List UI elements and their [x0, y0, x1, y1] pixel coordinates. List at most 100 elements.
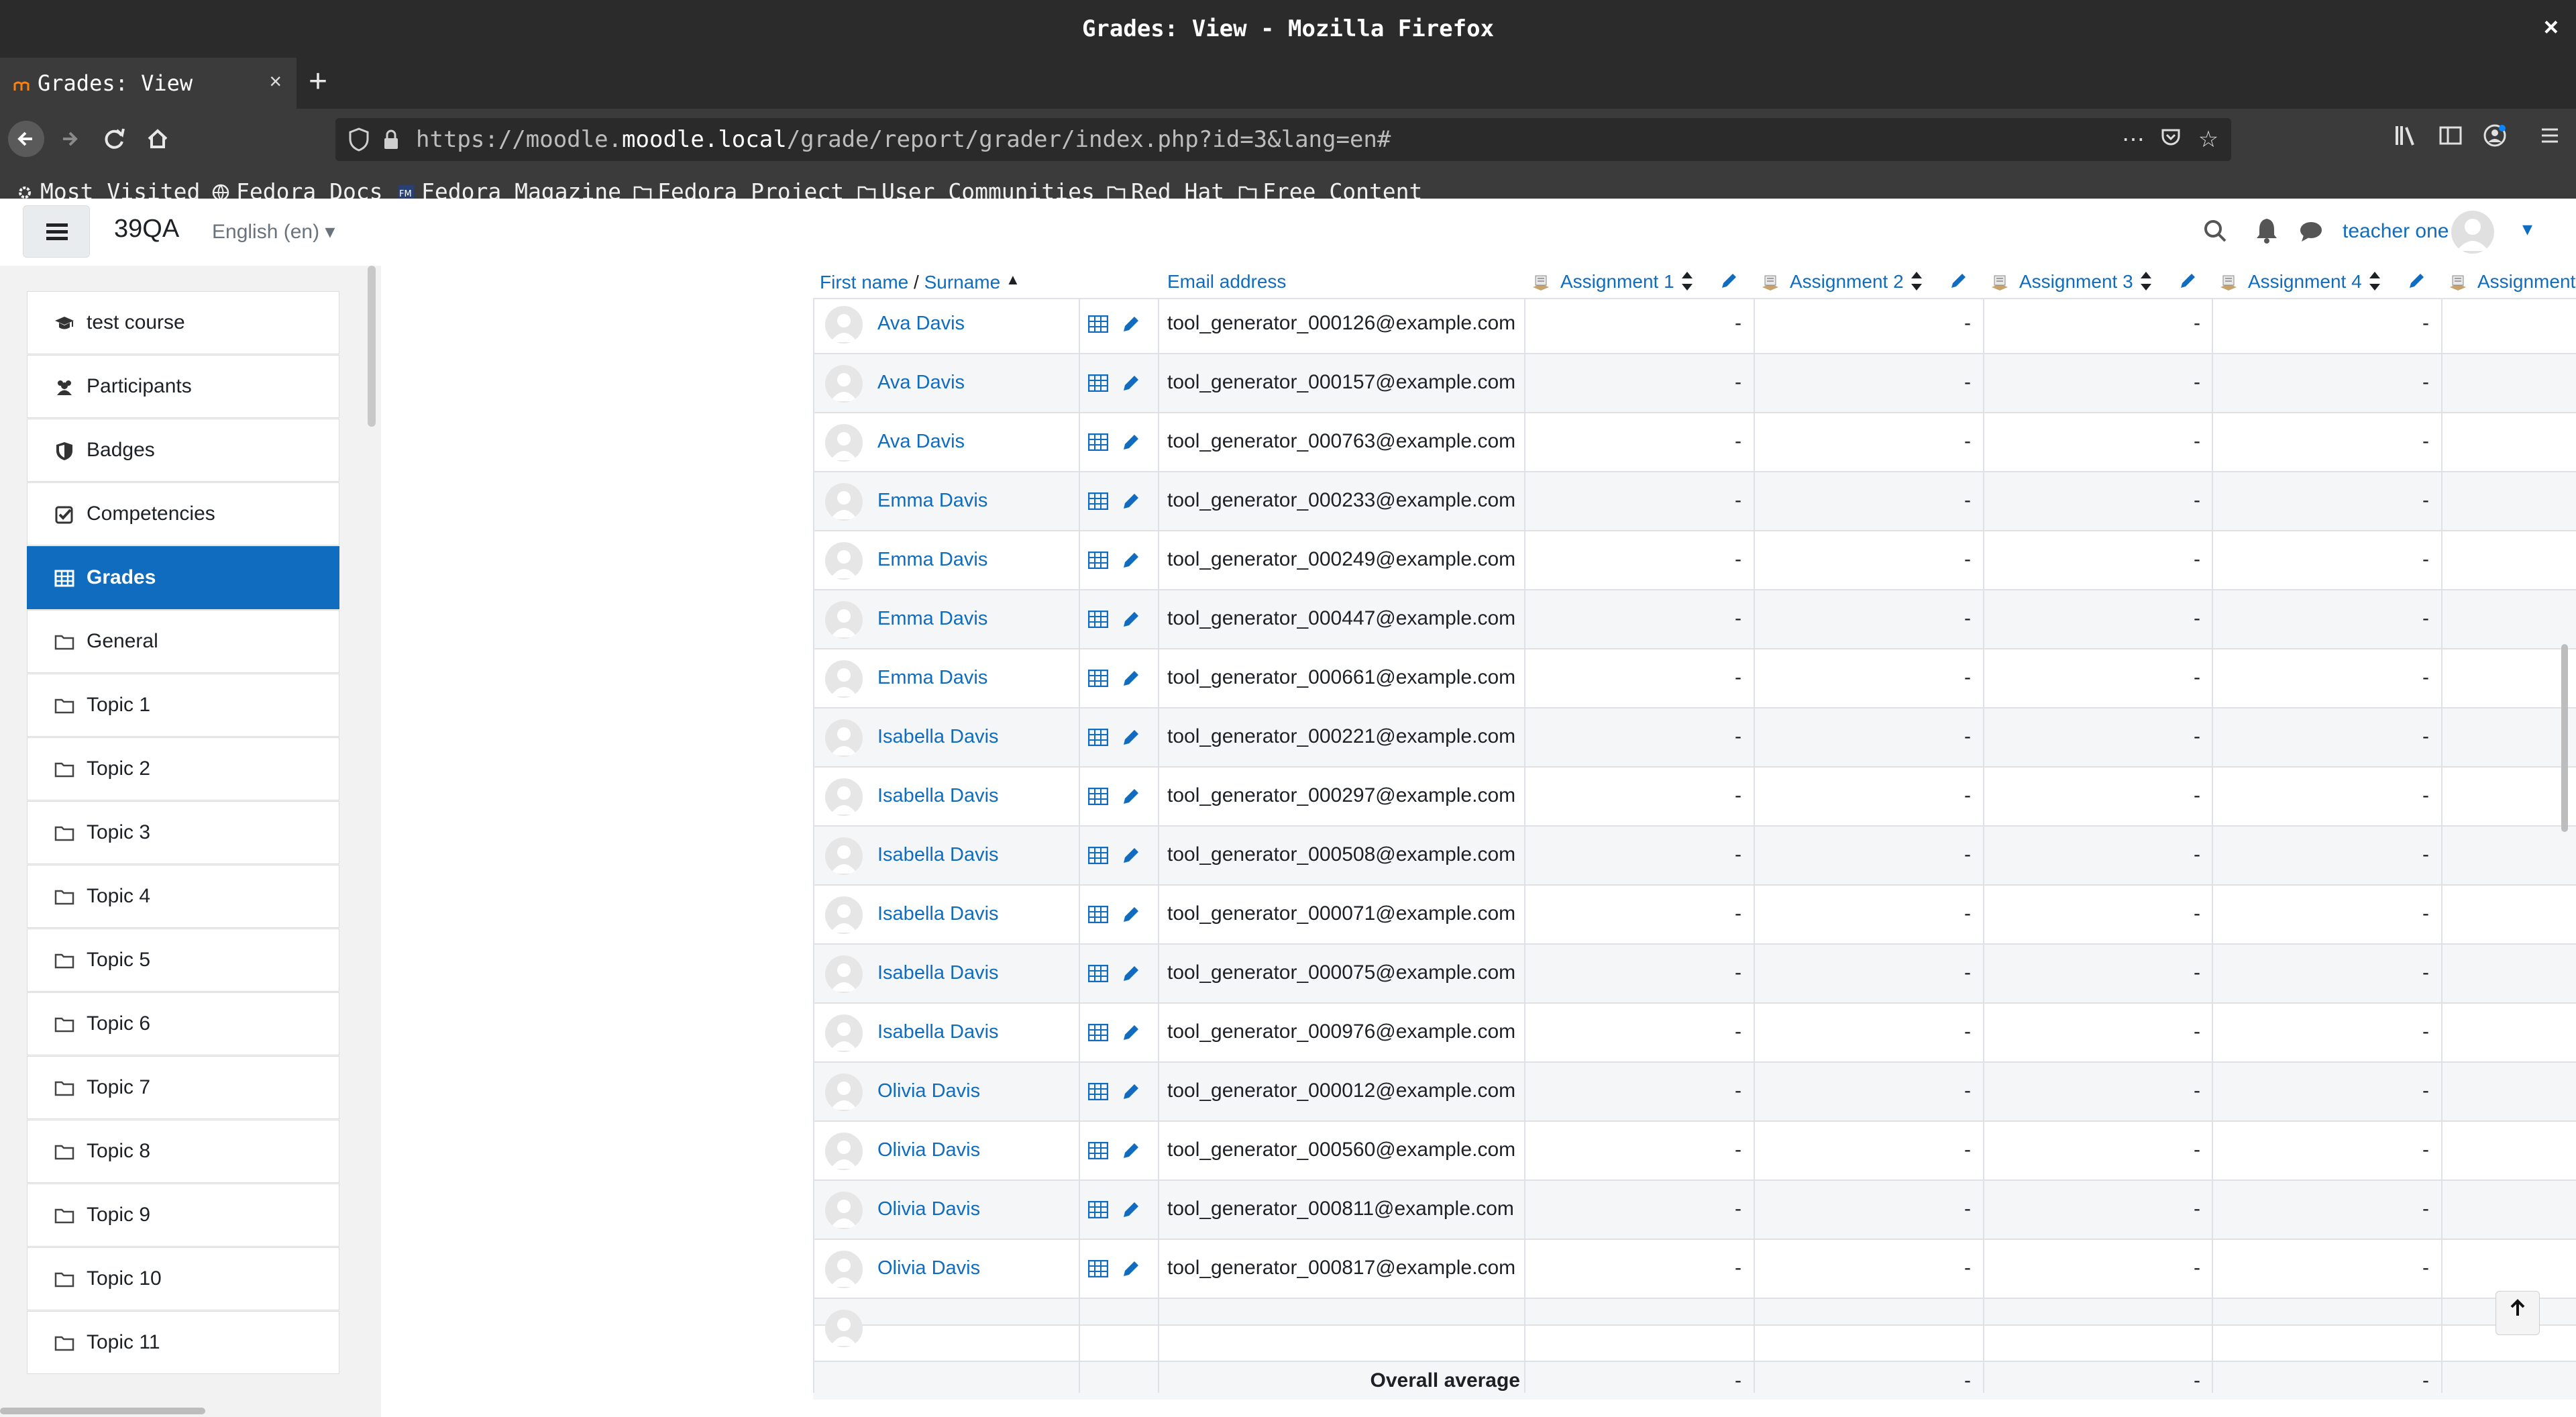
user-picture[interactable]	[825, 1073, 863, 1111]
user-picture[interactable]	[825, 896, 863, 934]
user-name-link[interactable]: Olivia Davis	[877, 1181, 980, 1237]
grade-cell[interactable]: -	[2409, 708, 2429, 765]
sort-asc-icon[interactable]: ▲	[1006, 271, 1020, 288]
user-name-link[interactable]: Isabella Davis	[877, 827, 999, 883]
drawer-item-topic-4[interactable]: Topic 4	[27, 865, 339, 928]
grade-cell[interactable]: -	[2180, 649, 2200, 706]
assignment-link[interactable]: Assignment 1	[1560, 271, 1674, 293]
pocket-icon[interactable]	[2157, 126, 2184, 153]
grade-cell[interactable]: -	[1721, 590, 1741, 647]
user-picture[interactable]	[825, 483, 863, 521]
grade-cell[interactable]: -	[2409, 649, 2429, 706]
user-picture[interactable]	[825, 719, 863, 757]
user-report-table-icon[interactable]	[1088, 1201, 1108, 1218]
grade-cell[interactable]: -	[2409, 472, 2429, 529]
user-picture[interactable]	[825, 365, 863, 403]
grade-cell[interactable]: -	[2180, 1004, 2200, 1060]
grade-cell[interactable]: -	[1951, 1240, 1971, 1296]
edit-pencil-icon[interactable]	[1948, 271, 1968, 291]
grade-cell[interactable]: -	[1721, 649, 1741, 706]
back-to-top-button[interactable]	[2496, 1291, 2540, 1335]
grade-cell[interactable]: -	[2180, 768, 2200, 824]
grade-cell[interactable]: -	[1721, 1004, 1741, 1060]
user-name-link[interactable]: Olivia Davis	[877, 1063, 980, 1119]
drawer-item-topic-5[interactable]: Topic 5	[27, 929, 339, 992]
user-report-table-icon[interactable]	[1088, 1083, 1108, 1100]
drawer-item-topic-3[interactable]: Topic 3	[27, 801, 339, 864]
user-report-table-icon[interactable]	[1088, 1260, 1108, 1277]
grade-cell[interactable]: -	[1721, 472, 1741, 529]
drawer-item-topic-9[interactable]: Topic 9	[27, 1184, 339, 1247]
assignment-link[interactable]: Assignment 3	[2019, 271, 2133, 293]
user-picture[interactable]	[825, 778, 863, 816]
grade-cell[interactable]: -	[2180, 354, 2200, 411]
drawer-toggle-button[interactable]	[23, 205, 90, 258]
grade-cell[interactable]: -	[2180, 886, 2200, 942]
edit-pencil-icon[interactable]	[1120, 1200, 1140, 1220]
grade-cell[interactable]: -	[2180, 472, 2200, 529]
drawer-item-topic-2[interactable]: Topic 2	[27, 737, 339, 800]
grade-cell[interactable]: -	[2409, 886, 2429, 942]
user-name-link[interactable]: Ava Davis	[877, 354, 965, 411]
grade-cell[interactable]: -	[2409, 295, 2429, 352]
drawer-item-grades[interactable]: Grades	[27, 546, 339, 609]
assignment-link[interactable]: Assignment 2	[1790, 271, 1904, 293]
user-report-table-icon[interactable]	[1088, 611, 1108, 628]
user-name-link[interactable]: Isabella Davis	[877, 1004, 999, 1060]
sort-email-link[interactable]: Email address	[1167, 271, 1286, 293]
grade-cell[interactable]: -	[1951, 413, 1971, 470]
bookmark-star-icon[interactable]: ☆	[2195, 126, 2222, 153]
user-report-table-icon[interactable]	[1088, 552, 1108, 569]
user-picture[interactable]	[825, 660, 863, 698]
grade-cell[interactable]: -	[2409, 945, 2429, 1001]
grade-cell[interactable]: -	[1721, 295, 1741, 352]
edit-pencil-icon[interactable]	[1120, 491, 1140, 511]
user-report-table-icon[interactable]	[1088, 315, 1108, 333]
grade-cell[interactable]: -	[1721, 708, 1741, 765]
user-name-link[interactable]: Olivia Davis	[877, 1122, 980, 1178]
grade-cell[interactable]: -	[1721, 1122, 1741, 1178]
user-picture[interactable]	[825, 955, 863, 993]
edit-pencil-icon[interactable]	[1120, 432, 1140, 452]
drawer-item-topic-10[interactable]: Topic 10	[27, 1247, 339, 1310]
grade-cell[interactable]: -	[2180, 590, 2200, 647]
edit-pencil-icon[interactable]	[1120, 668, 1140, 688]
grade-cell[interactable]: -	[1721, 413, 1741, 470]
drawer-item-topic-1[interactable]: Topic 1	[27, 674, 339, 737]
page-actions-icon[interactable]: ⋯	[2120, 126, 2147, 153]
drawer-item-topic-8[interactable]: Topic 8	[27, 1120, 339, 1183]
user-name-link[interactable]: Isabella Davis	[877, 768, 999, 824]
url-bar[interactable]: https://moodle.moodle.local/grade/report…	[335, 118, 2231, 161]
window-close-button[interactable]: ×	[2544, 13, 2559, 42]
user-report-table-icon[interactable]	[1088, 670, 1108, 687]
vertical-scrollbar[interactable]	[2561, 644, 2568, 832]
edit-pencil-icon[interactable]	[2406, 271, 2426, 291]
grade-cell[interactable]: -	[1951, 945, 1971, 1001]
grade-cell[interactable]: -	[1721, 1063, 1741, 1119]
site-name[interactable]: 39QA	[114, 215, 179, 244]
tab-grades-view[interactable]: Grades: View ×	[0, 58, 297, 109]
reload-button[interactable]	[97, 121, 133, 157]
user-report-table-icon[interactable]	[1088, 1024, 1108, 1041]
grade-cell[interactable]: -	[1951, 1122, 1971, 1178]
grade-cell[interactable]: -	[2180, 945, 2200, 1001]
grade-cell[interactable]: -	[2409, 354, 2429, 411]
user-report-table-icon[interactable]	[1088, 788, 1108, 805]
sort-first-name-link[interactable]: First name	[820, 272, 908, 293]
grade-cell[interactable]: -	[1721, 768, 1741, 824]
grade-cell[interactable]: -	[2180, 295, 2200, 352]
edit-pencil-icon[interactable]	[2178, 271, 2198, 291]
grade-cell[interactable]: -	[1951, 354, 1971, 411]
grade-cell[interactable]: -	[1721, 354, 1741, 411]
user-picture[interactable]	[825, 1133, 863, 1170]
user-report-table-icon[interactable]	[1088, 433, 1108, 451]
grade-cell[interactable]: -	[2409, 1004, 2429, 1060]
edit-pencil-icon[interactable]	[1120, 1141, 1140, 1161]
user-picture[interactable]	[825, 601, 863, 639]
grade-cell[interactable]: -	[1951, 531, 1971, 588]
grade-cell[interactable]: -	[2180, 413, 2200, 470]
user-picture[interactable]	[825, 1251, 863, 1288]
grade-cell[interactable]: -	[1721, 886, 1741, 942]
user-picture[interactable]	[825, 542, 863, 580]
grade-cell[interactable]: -	[1721, 1181, 1741, 1237]
